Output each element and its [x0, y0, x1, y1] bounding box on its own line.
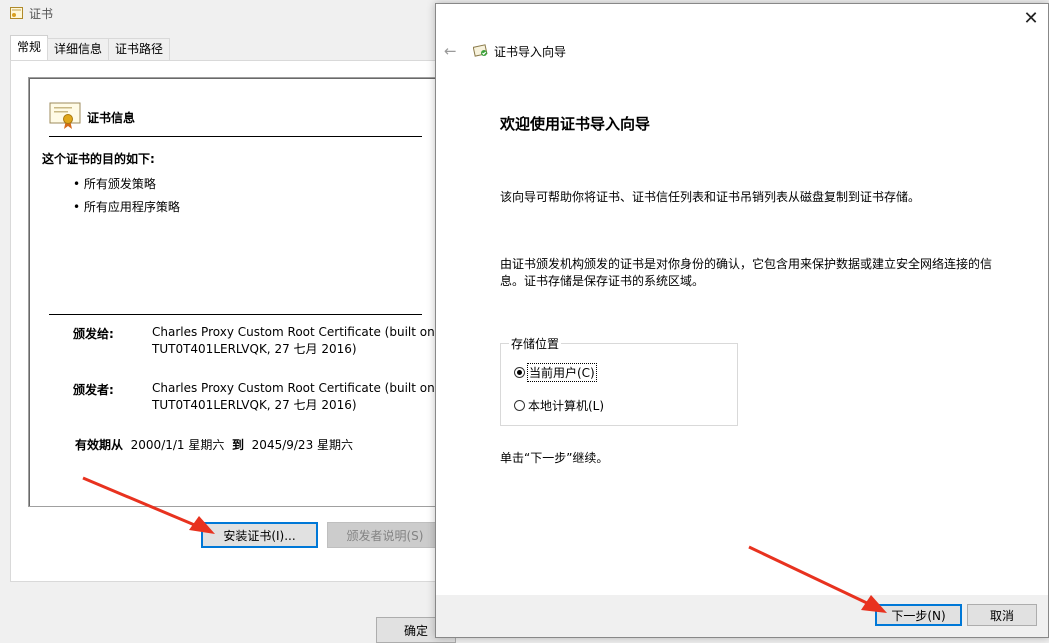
- certificate-window-title-text: 证书: [29, 6, 54, 21]
- certificate-ribbon-icon: [49, 102, 81, 129]
- wizard-description-line: 由证书颁发机构颁发的证书是对你身份的确认，它包含用来保护数据或建立安全网络连接的…: [500, 257, 993, 271]
- close-icon[interactable]: ✕: [1022, 10, 1040, 28]
- radio-button-selected[interactable]: [514, 367, 525, 378]
- valid-from-date: 2000/1/1 星期六: [130, 438, 225, 452]
- store-location-group: 存储位置 当前用户(C) 本地计算机(L): [500, 335, 738, 426]
- validity-from-label: 有效期从: [75, 438, 124, 452]
- store-location-label: 存储位置: [509, 335, 562, 352]
- certificate-icon: [10, 7, 23, 19]
- purpose-item-text: 所有应用程序策略: [83, 200, 180, 214]
- divider: [49, 136, 422, 137]
- certificate-info-box: 证书信息 这个证书的目的如下: • 所有颁发策略 • 所有应用程序策略 颁发给:…: [28, 77, 469, 507]
- valid-to-date: 2045/9/23 星期六: [251, 438, 354, 452]
- tab-certification-path[interactable]: 证书路径: [108, 38, 171, 60]
- back-arrow-icon[interactable]: ←: [444, 42, 457, 60]
- issued-by-line: Charles Proxy Custom Root Certificate (b…: [152, 381, 435, 395]
- certificate-tabs: 常规 详细信息 证书路径: [10, 35, 171, 60]
- wizard-description-line: 息。证书存储是保存证书的系统区域。: [500, 274, 705, 288]
- tab-general[interactable]: 常规: [10, 35, 49, 60]
- certificate-window-title: 证书: [10, 3, 53, 23]
- wizard-title: 证书导入向导: [494, 45, 567, 59]
- issued-to-line: TUT0T401LERLVQK, 27 七月 2016): [152, 342, 357, 356]
- general-tab-panel: 证书信息 这个证书的目的如下: • 所有颁发策略 • 所有应用程序策略 颁发给:…: [10, 60, 482, 582]
- radio-button[interactable]: [514, 400, 525, 411]
- certificate-import-icon: [473, 44, 488, 57]
- certificate-window: 证书 常规 详细信息 证书路径 证书信息 这个证书的目的如下: • 所有颁发策略…: [0, 0, 482, 643]
- cancel-button[interactable]: 取消: [967, 604, 1037, 626]
- issued-by-value: Charles Proxy Custom Root Certificate (b…: [152, 380, 435, 414]
- wizard-footer: 下一步(N) 取消: [436, 595, 1048, 637]
- radio-current-user[interactable]: 当前用户(C): [514, 363, 597, 382]
- issued-to-label: 颁发给:: [73, 327, 114, 341]
- continue-hint: 单击“下一步”继续。: [500, 451, 609, 465]
- validity-to-label: 到: [232, 438, 245, 452]
- wizard-description-text: 由证书颁发机构颁发的证书是对你身份的确认，它包含用来保护数据或建立安全网络连接的…: [500, 256, 1000, 290]
- issued-to-line: Charles Proxy Custom Root Certificate (b…: [152, 325, 435, 339]
- issuer-statement-button[interactable]: 颁发者说明(S): [327, 522, 443, 548]
- validity-period: 有效期从 2000/1/1 星期六 到 2045/9/23 星期六: [75, 436, 353, 453]
- divider: [49, 314, 422, 315]
- certificate-info-heading: 证书信息: [87, 111, 136, 125]
- purpose-item: • 所有颁发策略: [73, 177, 156, 191]
- purpose-heading: 这个证书的目的如下:: [42, 152, 155, 166]
- radio-current-user-label[interactable]: 当前用户(C): [527, 363, 597, 382]
- purpose-item: • 所有应用程序策略: [73, 200, 180, 214]
- radio-local-machine[interactable]: 本地计算机(L): [514, 397, 604, 414]
- certificate-import-wizard: ✕ ← 证书导入向导 欢迎使用证书导入向导 该向导可帮助你将证书、证书信任列表和…: [435, 3, 1049, 638]
- wizard-intro-text: 该向导可帮助你将证书、证书信任列表和证书吊销列表从磁盘复制到证书存储。: [500, 190, 921, 204]
- tab-details[interactable]: 详细信息: [47, 38, 110, 60]
- issued-to-value: Charles Proxy Custom Root Certificate (b…: [152, 324, 435, 358]
- wizard-heading: 欢迎使用证书导入向导: [500, 115, 651, 133]
- issued-by-line: TUT0T401LERLVQK, 27 七月 2016): [152, 398, 357, 412]
- purpose-item-text: 所有颁发策略: [83, 177, 156, 191]
- next-button[interactable]: 下一步(N): [875, 604, 962, 626]
- install-certificate-button[interactable]: 安装证书(I)...: [201, 522, 318, 548]
- issued-by-label: 颁发者:: [73, 383, 114, 397]
- radio-local-machine-label[interactable]: 本地计算机(L): [528, 397, 604, 414]
